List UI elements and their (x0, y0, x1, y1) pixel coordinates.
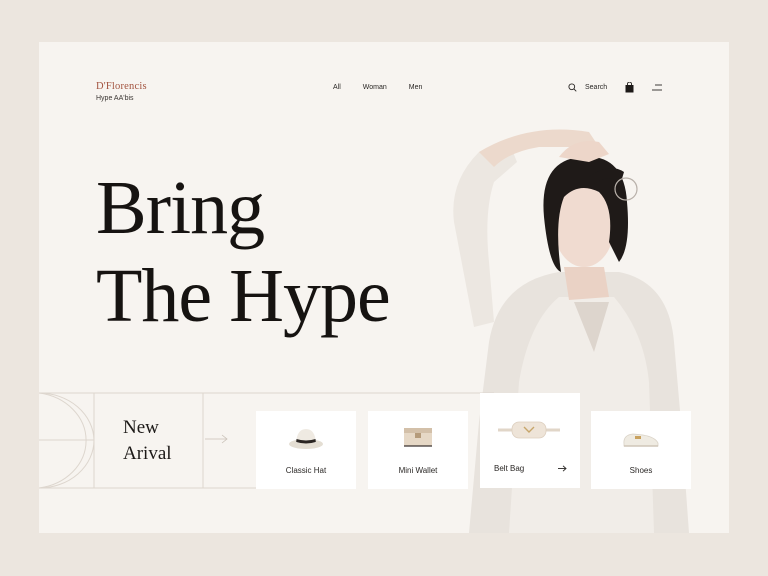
product-label: Belt Bag (494, 464, 525, 473)
wallet-icon (404, 428, 432, 447)
nav-item-woman[interactable]: Woman (363, 84, 387, 91)
search-icon (568, 83, 577, 92)
nav-item-men[interactable]: Men (409, 84, 423, 91)
arrow-right-icon[interactable] (205, 434, 229, 444)
product-label: Mini Wallet (398, 466, 438, 475)
shopping-bag-icon[interactable] (625, 82, 634, 93)
hat-icon (289, 429, 323, 449)
shoe-icon (623, 433, 659, 447)
menu-icon[interactable] (652, 84, 663, 91)
hero-line-1: Bring (96, 166, 265, 250)
arrow-right-icon[interactable] (558, 465, 567, 472)
arrival-line-1: New (123, 417, 159, 438)
product-card-belt-bag[interactable]: Belt Bag (480, 393, 580, 488)
product-label: Classic Hat (285, 466, 327, 475)
brand-name: D'Florencis (96, 81, 147, 92)
nav-item-all[interactable]: All (333, 84, 341, 91)
product-card-classic-hat[interactable]: Classic Hat (256, 411, 356, 489)
main-nav: All Woman Men (333, 84, 444, 91)
product-card-mini-wallet[interactable]: Mini Wallet (368, 411, 468, 489)
header-tools: Search (568, 82, 663, 93)
search-label: Search (585, 84, 608, 91)
belt-bag-icon (498, 421, 560, 439)
landing-card: D'Florencis Hype AA'bis All Woman Men Se… (39, 42, 729, 533)
hero-line-2: The Hype (96, 254, 391, 338)
product-label: Shoes (629, 466, 653, 475)
product-card-shoes[interactable]: Shoes (591, 411, 691, 489)
new-arrival-label[interactable]: New Arival (123, 415, 172, 467)
arrival-line-2: Arival (123, 443, 172, 464)
brand-tagline: Hype AA'bis (96, 95, 134, 102)
search-button[interactable]: Search (568, 83, 607, 92)
hero-headline: Bring The Hype (96, 164, 391, 340)
brand-logo[interactable]: D'Florencis Hype AA'bis (96, 81, 147, 102)
